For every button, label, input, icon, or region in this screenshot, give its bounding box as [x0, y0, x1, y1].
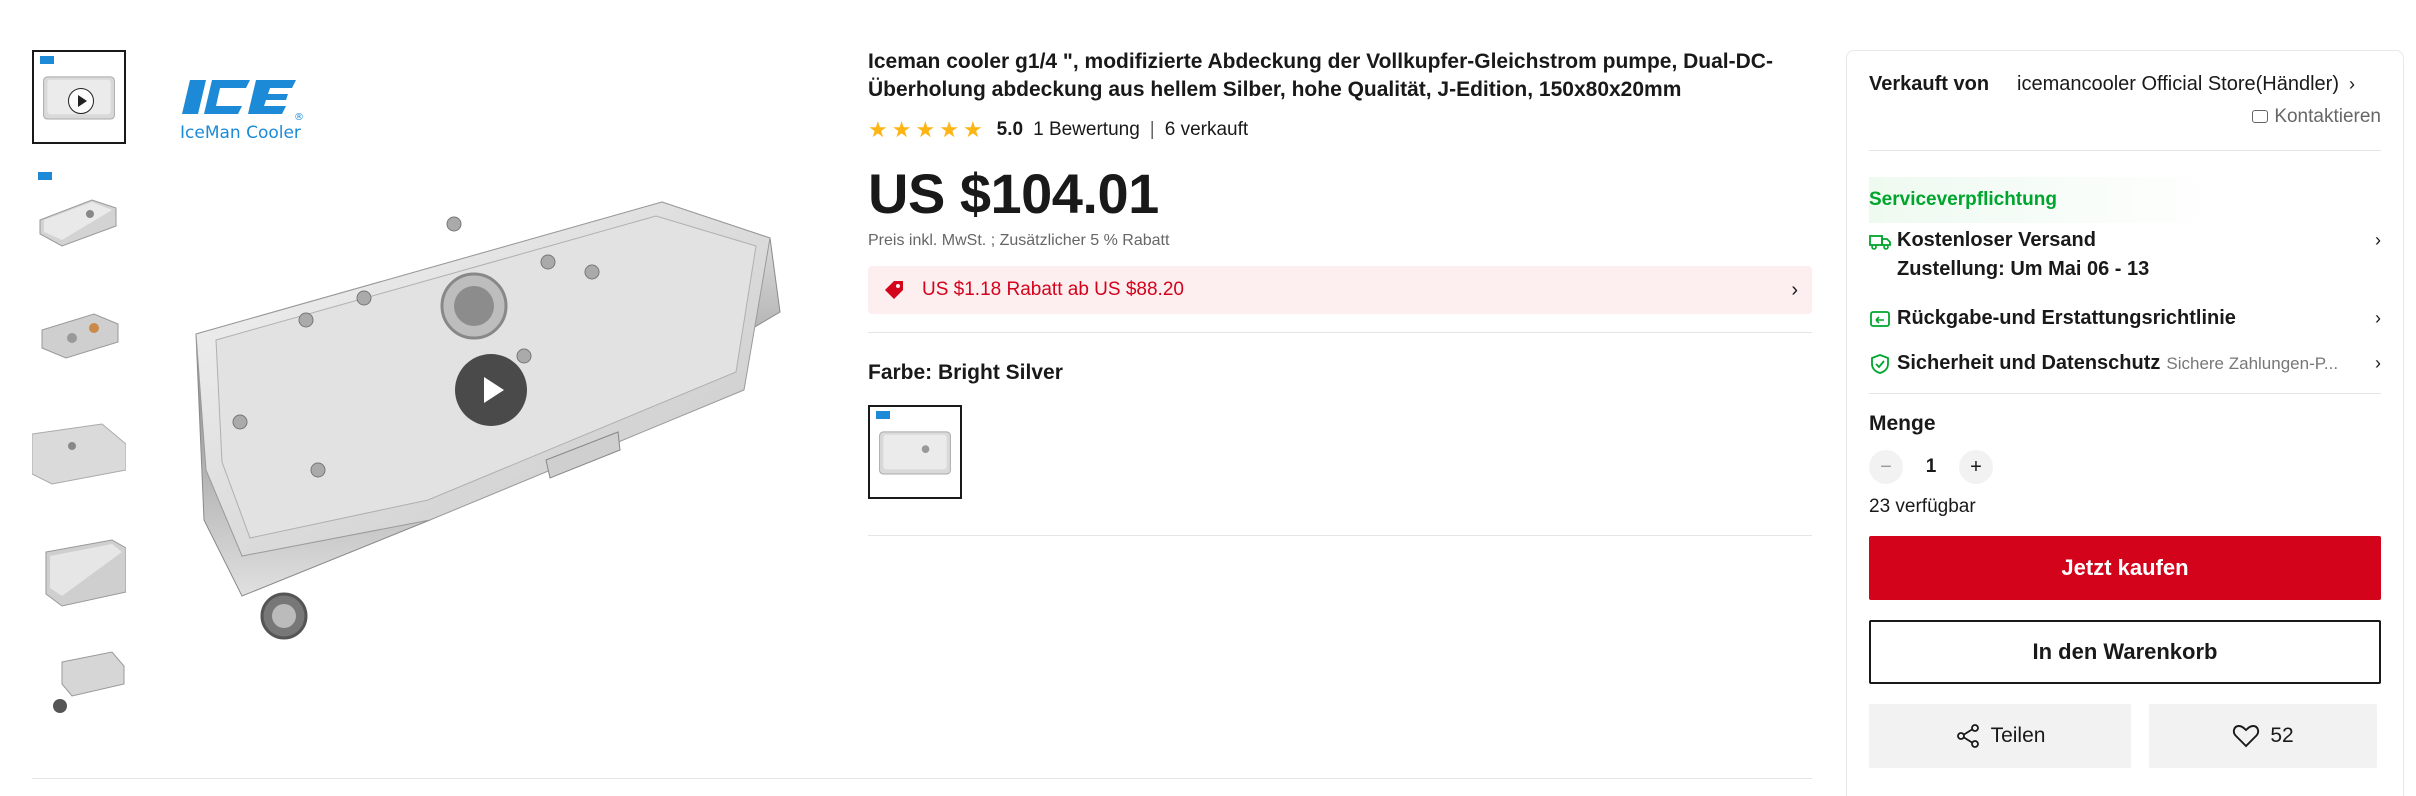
- divider: [868, 535, 1812, 536]
- decrement-button[interactable]: −: [1869, 450, 1903, 484]
- returns-row[interactable]: Rückgabe-und Erstattungsrichtlinie ›: [1869, 307, 2381, 330]
- star-icon: ★: [915, 117, 936, 142]
- color-label: Farbe: Bright Silver: [868, 361, 1063, 384]
- star-icon: ★: [939, 117, 959, 142]
- add-to-cart-button[interactable]: In den Warenkorb: [1869, 620, 2381, 684]
- seller-label: Verkauft von: [1869, 73, 1990, 95]
- thumbnail-image[interactable]: [32, 640, 126, 734]
- thumbnail-list: [32, 50, 126, 758]
- star-icon: ★: [891, 117, 912, 142]
- thumbnail-image[interactable]: [32, 522, 126, 616]
- product-info: Iceman cooler g1/4 ", modifizierte Abdec…: [868, 48, 1812, 536]
- wishlist-button[interactable]: 52: [2149, 704, 2377, 768]
- play-icon: [68, 88, 94, 114]
- contact-label: Kontaktieren: [2274, 106, 2381, 127]
- thumbnail-video[interactable]: [32, 50, 126, 144]
- brand-mini-logo: [40, 56, 54, 64]
- chevron-right-icon: ›: [2348, 74, 2355, 94]
- purchase-panel: Verkauft von icemancooler Official Store…: [1846, 50, 2404, 796]
- seller-row[interactable]: Verkauft von icemancooler Official Store…: [1869, 73, 2381, 96]
- play-video-button[interactable]: [455, 354, 527, 426]
- divider: [32, 778, 1812, 779]
- increment-button[interactable]: +: [1959, 450, 1993, 484]
- discount-banner[interactable]: US $1.18 Rabatt ab US $88.20 ›: [868, 266, 1812, 314]
- action-row: Teilen 52: [1869, 704, 2381, 768]
- availability: 23 verfügbar: [1869, 496, 1976, 517]
- security-label: Sicherheit und Datenschutz: [1897, 352, 2161, 374]
- tag-icon: [885, 281, 903, 299]
- heart-icon: [2233, 725, 2260, 748]
- thumbnail-image[interactable]: [32, 286, 126, 380]
- chevron-right-icon: ›: [2375, 308, 2381, 328]
- share-button[interactable]: Teilen: [1869, 704, 2131, 768]
- discount-text: US $1.18 Rabatt ab US $88.20: [922, 279, 1184, 300]
- shield-icon: [1871, 353, 1889, 374]
- divider: [1869, 393, 2381, 394]
- contact-link[interactable]: Kontaktieren: [1869, 106, 2381, 128]
- star-rating: ★ ★ ★ ★ ★: [868, 119, 983, 141]
- quantity-value[interactable]: 1: [1903, 456, 1959, 478]
- divider: [868, 332, 1812, 333]
- security-sub: Sichere Zahlungen-P...: [2166, 353, 2339, 373]
- tax-note: Preis inkl. MwSt. ; Zusätzlicher 5 % Rab…: [868, 232, 1170, 249]
- brand-mini-logo: [38, 172, 52, 180]
- rating-row: ★ ★ ★ ★ ★ 5.0 1 Bewertung | 6 verkauft: [868, 116, 1812, 144]
- delivery-date: Zustellung: Um Mai 06 - 13: [1897, 258, 2150, 280]
- chevron-right-icon: ›: [1791, 278, 1798, 301]
- returns-label: Rückgabe-und Erstattungsrichtlinie: [1897, 307, 2236, 329]
- reviews-link[interactable]: 1 Bewertung: [1033, 119, 1140, 141]
- share-icon: [1956, 724, 1979, 748]
- main-product-image[interactable]: ® IceMan Cooler: [150, 50, 830, 730]
- brand-mini-logo: [876, 411, 890, 419]
- star-icon: ★: [962, 117, 983, 142]
- quantity-label: Menge: [1869, 412, 1936, 435]
- wishlist-count: 52: [2270, 724, 2294, 747]
- security-row[interactable]: Sicherheit und Datenschutz Sichere Zahlu…: [1869, 352, 2381, 375]
- truck-icon: [1869, 234, 1891, 250]
- share-label: Teilen: [1990, 724, 2046, 747]
- chevron-right-icon: ›: [2375, 230, 2381, 250]
- chat-icon: [2252, 110, 2269, 124]
- product-title: Iceman cooler g1/4 ", modifizierte Abdec…: [868, 50, 1773, 101]
- rating-value: 5.0: [996, 119, 1024, 140]
- return-icon: [1870, 310, 1890, 327]
- sold-count: 6 verkauft: [1164, 119, 1249, 140]
- divider: [1869, 150, 2381, 151]
- quantity-stepper: − 1 +: [1869, 450, 2381, 484]
- shipping-row[interactable]: Kostenloser Versand ›: [1869, 229, 2381, 252]
- price: US $104.01: [868, 162, 1159, 225]
- chevron-right-icon: ›: [2375, 353, 2381, 373]
- service-heading: Serviceverpflichtung: [1869, 177, 2381, 223]
- shipping-label: Kostenloser Versand: [1897, 229, 2096, 251]
- color-swatch-bright-silver[interactable]: [868, 405, 962, 499]
- seller-name[interactable]: icemancooler Official Store(Händler): [2017, 73, 2339, 96]
- separator: |: [1149, 119, 1155, 140]
- thumbnail-image[interactable]: [32, 404, 126, 498]
- thumbnail-image[interactable]: [32, 168, 126, 262]
- star-icon: ★: [868, 117, 888, 142]
- buy-now-button[interactable]: Jetzt kaufen: [1869, 536, 2381, 600]
